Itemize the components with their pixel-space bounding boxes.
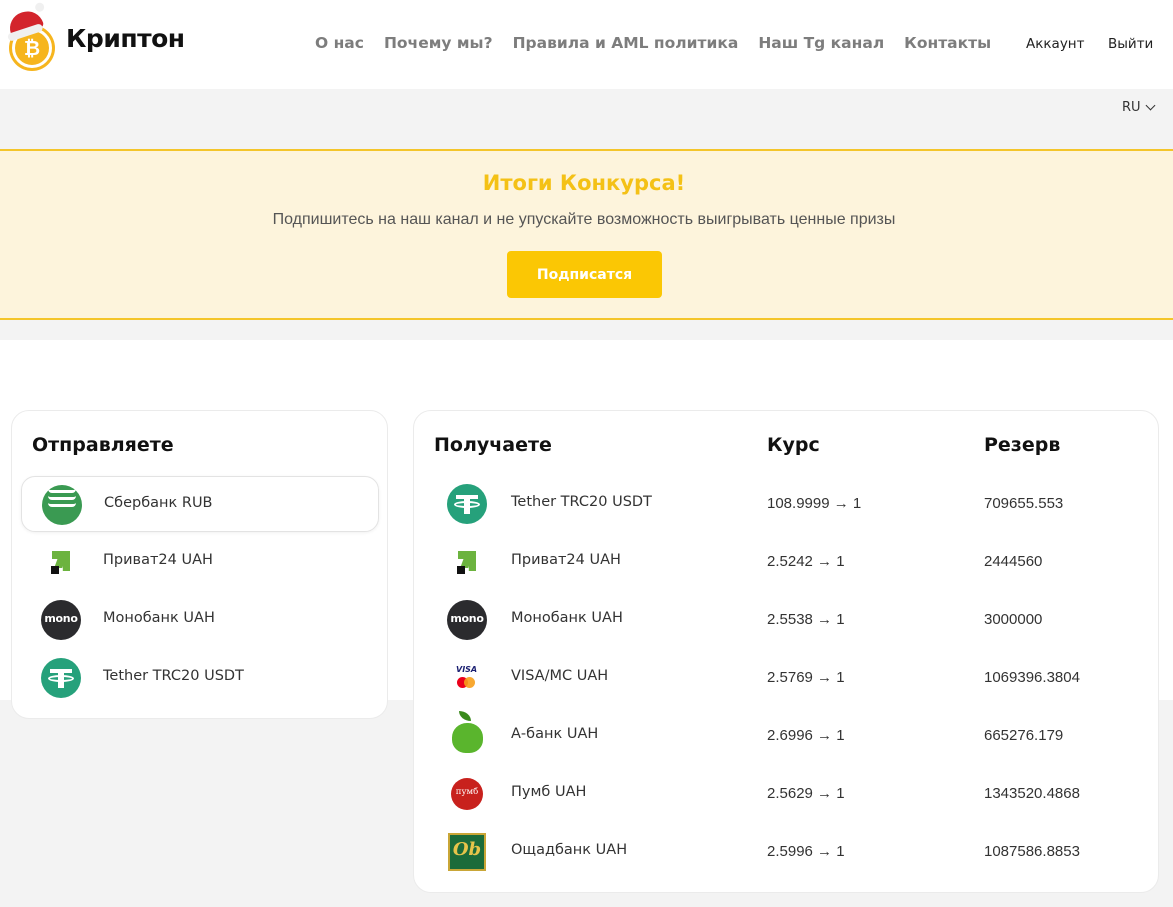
send-item-label: Tether TRC20 USDT <box>103 668 244 684</box>
reserve-amount: 665276.179 <box>984 727 1064 744</box>
exchange-rate: 2.6996 → 1 <box>767 727 845 744</box>
monobank-icon: mono <box>447 600 487 640</box>
receive-item-label: Монобанк UAH <box>511 610 623 626</box>
receive-item-label: Приват24 UAH <box>511 552 621 568</box>
nav-contacts[interactable]: Контакты <box>904 34 991 52</box>
subscribe-button[interactable]: Подписатся <box>507 251 662 298</box>
banner-text: Подпишитесь на наш канал и не упускайте … <box>272 211 896 228</box>
oschadbank-icon: Ob <box>447 832 487 872</box>
reserve-amount: 709655.553 <box>984 495 1064 512</box>
nav-rules-aml[interactable]: Правила и AML политика <box>513 34 739 52</box>
banner-title: Итоги Конкурса! <box>482 171 686 195</box>
sberbank-icon <box>42 485 82 525</box>
exchange-rate: 2.5538 → 1 <box>767 611 845 628</box>
receive-item-label: Ощадбанк UAH <box>511 842 628 858</box>
tether-icon <box>447 484 487 524</box>
send-title: Отправляете <box>32 434 174 456</box>
receive-item-monobank[interactable]: mono Монобанк UAH 2.5538 → 1 3000000 <box>414 592 1158 648</box>
send-card: Отправляете Сбербанк RUB Приват24 UAH mo… <box>11 410 388 719</box>
receive-item-label: А-банк UAH <box>511 726 599 742</box>
nav-tg-channel[interactable]: Наш Tg канал <box>758 34 884 52</box>
exchange-rate: 2.5769 → 1 <box>767 669 845 686</box>
main-nav: О нас Почему мы? Правила и AML политика … <box>315 34 991 52</box>
monobank-icon: mono <box>41 600 81 640</box>
nav-why-us[interactable]: Почему мы? <box>384 34 493 52</box>
reserve-amount: 3000000 <box>984 611 1043 628</box>
exchange-rate: 2.5629 → 1 <box>767 785 845 802</box>
receive-item-privat24[interactable]: Приват24 UAH 2.5242 → 1 2444560 <box>414 534 1158 590</box>
receive-item-label: Tether TRC20 USDT <box>511 494 652 510</box>
receive-item-visa-mc[interactable]: VISA VISA/MC UAH 2.5769 → 1 1069396.3804 <box>414 650 1158 706</box>
receive-card: Получаете Курс Резерв Tether TRC20 USDT … <box>413 410 1159 893</box>
santa-hat-icon <box>5 7 45 37</box>
reserve-amount: 1069396.3804 <box>984 669 1080 686</box>
privat24-icon <box>41 542 81 582</box>
tether-icon <box>41 658 81 698</box>
reserve-amount: 1343520.4868 <box>984 785 1080 802</box>
chevron-down-icon <box>1145 100 1156 111</box>
receive-item-label: Пумб UAH <box>511 784 587 800</box>
receive-item-oschadbank[interactable]: Ob Ощадбанк UAH 2.5996 → 1 1087586.8853 <box>414 824 1158 880</box>
receive-item-label: VISA/MC UAH <box>511 668 609 684</box>
logo[interactable]: Криптон <box>5 7 185 70</box>
reserve-header: Резерв <box>984 434 1061 456</box>
language-selector[interactable]: RU <box>1122 100 1156 115</box>
language-label: RU <box>1122 100 1141 115</box>
send-item-label: Приват24 UAH <box>103 552 213 568</box>
logout-link[interactable]: Выйти <box>1108 36 1153 52</box>
abank-apple-icon <box>447 711 487 753</box>
send-item-tether[interactable]: Tether TRC20 USDT <box>21 650 379 706</box>
visa-mastercard-icon: VISA <box>447 658 487 698</box>
pumb-icon: пумб <box>447 774 487 814</box>
reserve-amount: 2444560 <box>984 553 1043 570</box>
receive-item-pumb[interactable]: пумб Пумб UAH 2.5629 → 1 1343520.4868 <box>414 766 1158 822</box>
send-item-label: Монобанк UAH <box>103 610 215 626</box>
logo-text: Криптон <box>66 24 185 53</box>
send-item-sberbank[interactable]: Сбербанк RUB <box>21 476 379 532</box>
receive-item-tether[interactable]: Tether TRC20 USDT 108.9999 → 1 709655.55… <box>414 476 1158 532</box>
send-item-label: Сбербанк RUB <box>104 495 213 511</box>
contest-banner: Итоги Конкурса! Подпишитесь на наш канал… <box>0 149 1173 320</box>
send-item-privat24[interactable]: Приват24 UAH <box>21 534 379 590</box>
receive-item-abank[interactable]: А-банк UAH 2.6996 → 1 665276.179 <box>414 708 1158 764</box>
receive-title: Получаете <box>434 434 552 456</box>
reserve-amount: 1087586.8853 <box>984 843 1080 860</box>
site-header: Криптон О нас Почему мы? Правила и AML п… <box>0 0 1173 89</box>
exchange-rate: 2.5996 → 1 <box>767 843 845 860</box>
privat24-icon <box>447 542 487 582</box>
exchange-rate: 108.9999 → 1 <box>767 495 862 512</box>
nav-about[interactable]: О нас <box>315 34 364 52</box>
rate-header: Курс <box>767 434 820 456</box>
exchange-rate: 2.5242 → 1 <box>767 553 845 570</box>
send-item-monobank[interactable]: mono Монобанк UAH <box>21 592 379 648</box>
account-link[interactable]: Аккаунт <box>1026 36 1085 52</box>
